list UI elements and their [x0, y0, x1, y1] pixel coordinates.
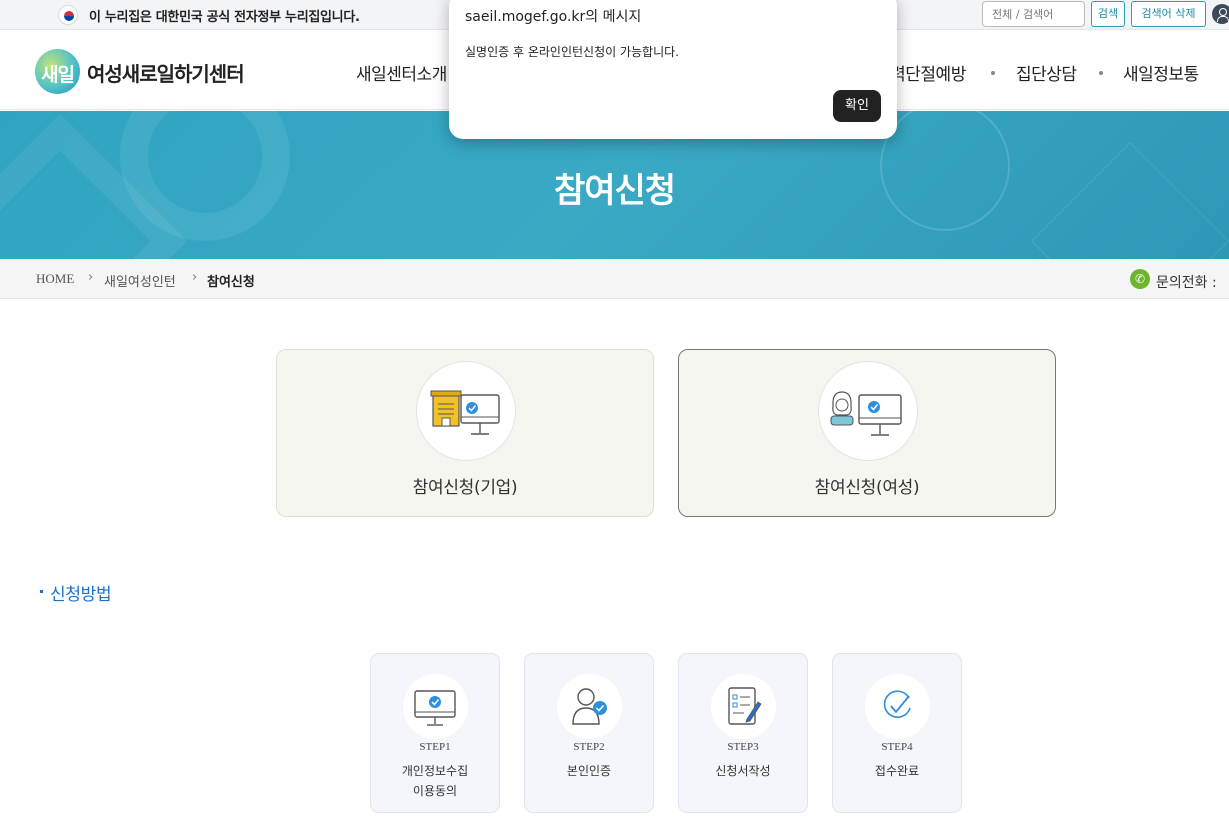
phone-icon: ✆ [1130, 269, 1150, 289]
breadcrumb-current: 참여신청 [207, 275, 255, 290]
korea-flag-icon [58, 5, 78, 25]
step-label-line: 이용동의 [412, 784, 458, 798]
phone-label: 문의전화 : [1156, 275, 1217, 291]
search-clear-button[interactable]: 검색어 삭제 [1131, 1, 1206, 27]
logo-mark[interactable]: 새일 [35, 49, 80, 94]
dialog-ok-button[interactable]: 확인 [833, 90, 881, 122]
step-card: STEP1 개인정보수집 이용동의 [370, 653, 500, 813]
section-bullet [40, 590, 43, 593]
apply-company-label: 참여신청(기업) [412, 478, 518, 498]
step-number: STEP3 [727, 741, 759, 753]
apply-woman-card[interactable]: 참여신청(여성) [678, 349, 1056, 517]
step-number: STEP1 [419, 741, 451, 753]
step-number: STEP4 [881, 741, 913, 753]
step-label-line: 본인인증 [566, 764, 612, 778]
dialog-title: saeil.mogef.go.kr의 메시지 [465, 9, 642, 25]
chevron-right-icon: › [88, 270, 94, 285]
page-title: 참여신청 [553, 171, 676, 211]
step-card: STEP3 신청서작성 [678, 653, 808, 813]
step-label-line: 신청서작성 [715, 764, 771, 778]
search-button[interactable]: 검색 [1091, 1, 1125, 27]
nav-separator-dot [1099, 71, 1103, 75]
alert-dialog: saeil.mogef.go.kr의 메시지 실명인증 후 온라인인턴신청이 가… [449, 0, 897, 139]
step-card: STEP2 본인인증 [524, 653, 654, 813]
step-number: STEP2 [573, 741, 605, 753]
step-label: 접수완료 [833, 761, 961, 781]
gov-banner-text: 이 누리집은 대한민국 공식 전자정부 누리집입니다. [89, 10, 360, 25]
logo-mark-text: 새일 [41, 64, 75, 86]
step-label: 개인정보수집 이용동의 [371, 761, 499, 801]
step-label-line: 접수완료 [874, 764, 920, 778]
breadcrumb-home[interactable]: HOME [36, 271, 74, 287]
person-check-icon [557, 674, 622, 739]
monitor-check-icon [403, 674, 468, 739]
section-title: 신청방법 [50, 585, 112, 605]
apply-company-card[interactable]: 참여신청(기업) [276, 349, 654, 517]
logo-text[interactable]: 여성새로일하기센터 [87, 58, 245, 87]
form-write-icon [711, 674, 776, 739]
nav-separator-dot [991, 71, 995, 75]
user-icon[interactable] [1212, 4, 1229, 24]
step-label: 본인인증 [525, 761, 653, 781]
page: 이 누리집은 대한민국 공식 전자정부 누리집입니다. 검색 검색어 삭제 새일… [0, 0, 1229, 831]
nav-item-saeil-info[interactable]: 새일정보통 [1123, 60, 1199, 85]
nav-item-center-intro[interactable]: 새일센터소개 [356, 60, 447, 85]
nav-item-group-counseling[interactable]: 집단상담 [1016, 60, 1077, 85]
dialog-message: 실명인증 후 온라인인턴신청이 가능합니다. [465, 45, 679, 59]
search-input[interactable] [982, 1, 1085, 27]
woman-computer-icon [818, 361, 918, 461]
breadcrumb: HOME › 새일여성인턴 › 참여신청 ✆ 문의전화 : [0, 259, 1229, 299]
step-card: STEP4 접수완료 [832, 653, 962, 813]
checkmark-icon [865, 674, 930, 739]
apply-woman-label: 참여신청(여성) [814, 478, 920, 498]
step-label: 신청서작성 [679, 761, 807, 781]
step-label-line: 개인정보수집 [401, 764, 469, 778]
breadcrumb-item[interactable]: 새일여성인턴 [104, 271, 176, 290]
company-computer-icon [416, 361, 516, 461]
chevron-right-icon: › [192, 270, 198, 285]
